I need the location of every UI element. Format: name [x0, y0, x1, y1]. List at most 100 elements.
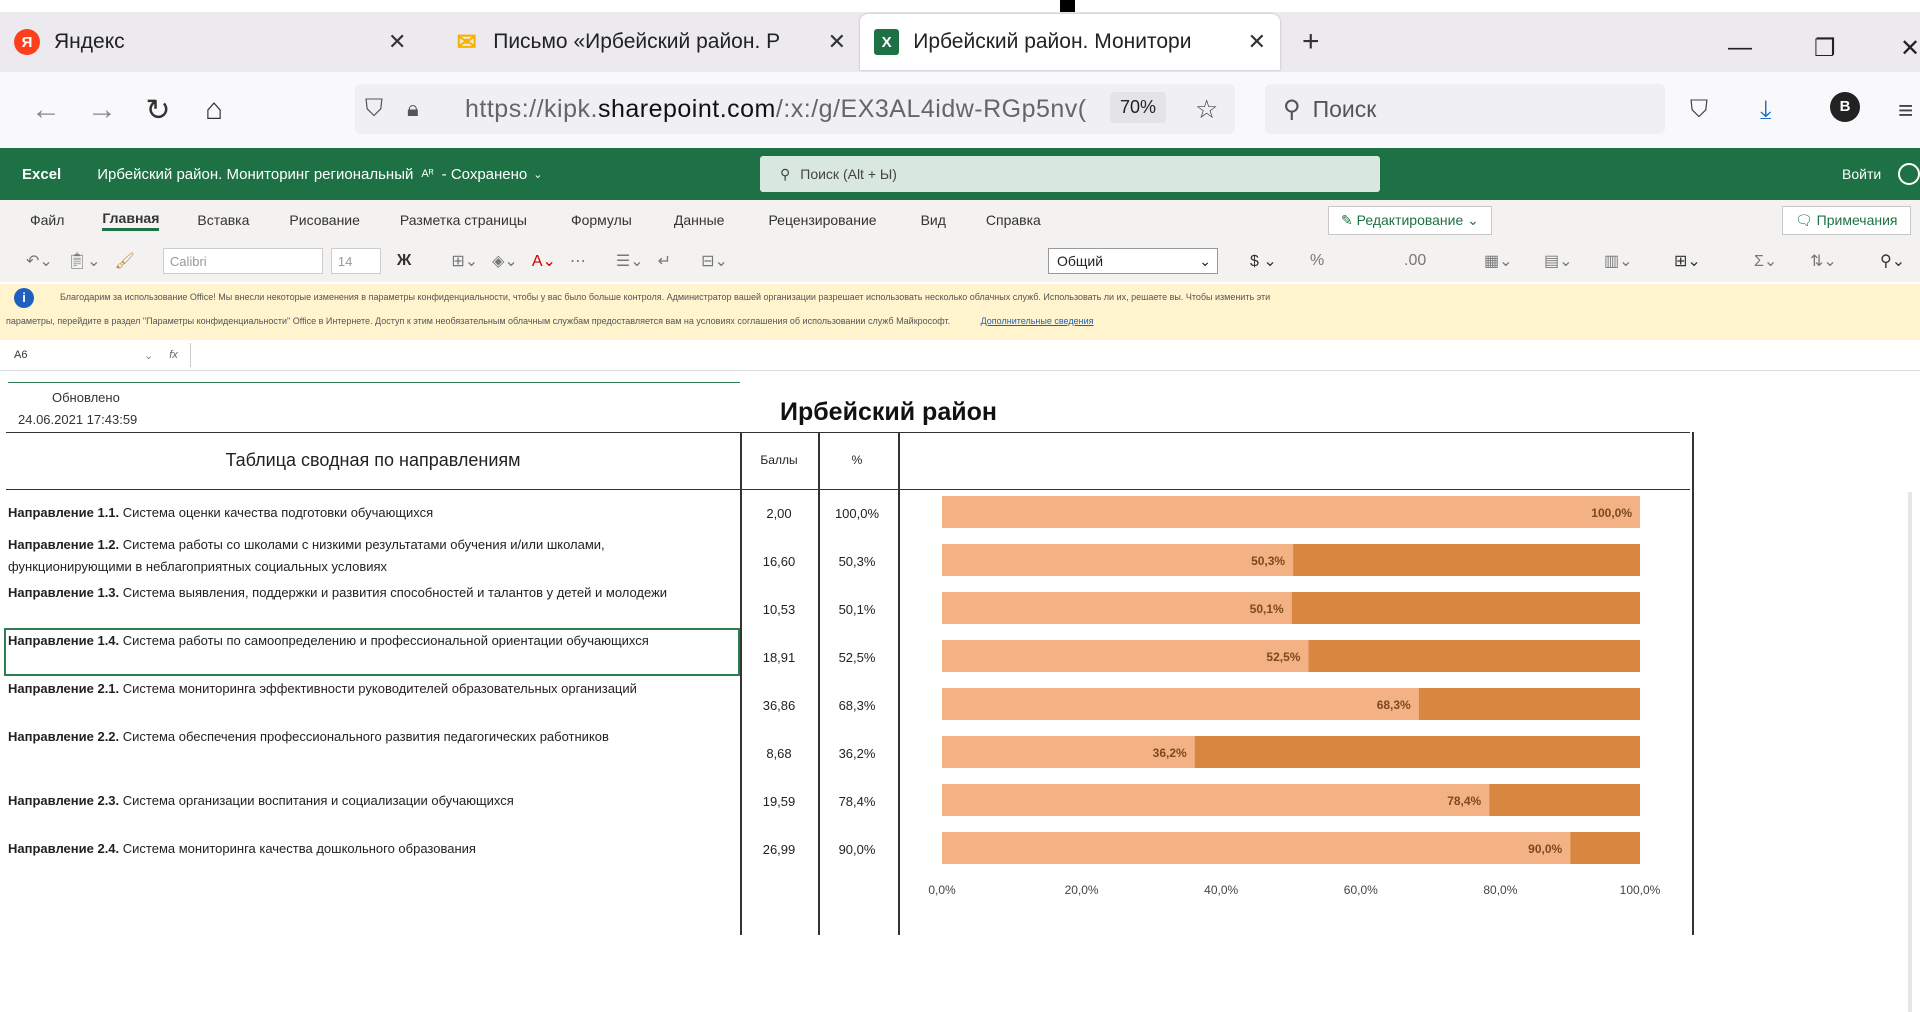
conditional-format-icon[interactable]: ▦⌄ [1484, 251, 1513, 271]
font-size-select[interactable]: 14 [330, 248, 381, 274]
download-icon[interactable]: ⤓ [1760, 94, 1772, 126]
account-icon[interactable] [1898, 163, 1920, 185]
pencil-icon: ✎ [1341, 212, 1357, 228]
menu-icon[interactable]: ≡ [1898, 95, 1913, 126]
borders-icon[interactable]: ⊞⌄ [451, 251, 478, 271]
sort-icon[interactable]: ⇅⌄ [1810, 251, 1837, 271]
excel-icon: X [874, 29, 900, 55]
tab-draw[interactable]: Рисование [289, 212, 360, 228]
font-name-select[interactable]: Calibri [162, 248, 323, 274]
tab-file[interactable]: Файл [30, 212, 64, 228]
data-label: 52,5% [1266, 650, 1300, 664]
paste-icon[interactable]: 📋︎⌄ [67, 251, 101, 271]
bar-remainder[interactable] [1194, 736, 1640, 768]
bold-icon[interactable]: Ж [397, 252, 411, 270]
table-row-label: Направление 2.2. Система обеспечения про… [8, 729, 609, 744]
browser-search-input[interactable]: ⚲ Поиск [1265, 84, 1665, 134]
profile-avatar[interactable]: B [1830, 92, 1860, 122]
bar-value[interactable] [942, 592, 1292, 624]
bookmark-star-icon[interactable]: ☆ [1195, 94, 1218, 125]
tab-insert[interactable]: Вставка [197, 212, 249, 228]
save-status[interactable]: - Сохранено [442, 166, 528, 183]
tab-formulas[interactable]: Формулы [571, 212, 632, 228]
bar-remainder[interactable] [1291, 592, 1640, 624]
notes-button[interactable]: 🗨︎ Примечания [1782, 206, 1911, 235]
bar-remainder[interactable] [1418, 688, 1640, 720]
close-icon[interactable]: ✕ [1248, 29, 1266, 55]
lock-icon[interactable]: 🔒︎ [407, 96, 419, 122]
info-icon: i [14, 288, 34, 308]
tab-yandex[interactable]: Я Яндекс ✕ [0, 14, 440, 70]
bar-value[interactable] [942, 784, 1490, 816]
document-title[interactable]: Ирбейский район. Мониторинг региональный [97, 166, 413, 183]
currency-icon[interactable]: $ ⌄ [1250, 251, 1277, 271]
chevron-down-icon[interactable]: ⌄ [533, 168, 542, 181]
more-icon[interactable]: ⋯ [570, 251, 586, 271]
table-row-percent: 78,4% [838, 794, 876, 809]
bar-value[interactable] [942, 544, 1294, 576]
bar-remainder[interactable] [1489, 784, 1640, 816]
reload-icon[interactable]: ↻ [130, 93, 186, 128]
region-title: Ирбейский район [780, 398, 997, 426]
align-icon[interactable]: ☰⌄ [616, 251, 644, 271]
shield-icon[interactable]: ⛉ [365, 95, 383, 123]
close-icon[interactable]: ✕ [828, 29, 846, 55]
number-format-select[interactable]: Общий ⌄ [1048, 248, 1218, 274]
tab-home[interactable]: Главная [102, 210, 160, 231]
excel-title-bar: Excel Ирбейский район. Мониторинг регион… [0, 148, 1920, 200]
find-icon[interactable]: ⚲⌄ [1880, 251, 1905, 271]
tab-excel[interactable]: X Ирбейский район. Монитори ✕ [860, 14, 1280, 70]
undo-icon[interactable]: ↶⌄ [26, 251, 53, 271]
x-tick-label: 0,0% [928, 883, 956, 897]
tab-data[interactable]: Данные [674, 212, 725, 228]
info-more-link[interactable]: Дополнительные сведения [981, 316, 1094, 326]
excel-search-input[interactable]: ⚲ Поиск (Alt + Ы) [760, 156, 1380, 192]
editing-mode-button[interactable]: ✎ Редактирование ⌄ [1328, 206, 1492, 235]
bar-value[interactable] [942, 640, 1309, 672]
minimize-icon[interactable]: — [1728, 34, 1752, 62]
bar-remainder[interactable] [1293, 544, 1640, 576]
tab-view[interactable]: Вид [921, 212, 946, 228]
table-row-score: 26,99 [762, 842, 796, 857]
function-icon[interactable]: fx [169, 349, 178, 361]
forward-icon[interactable]: → [74, 93, 130, 127]
back-icon[interactable]: ← [18, 93, 74, 127]
selected-cell[interactable] [4, 628, 740, 676]
zoom-level[interactable]: 70% [1110, 92, 1167, 123]
close-icon[interactable]: ✕ [388, 29, 406, 55]
format-painter-icon[interactable]: 🖌︎ [115, 251, 135, 271]
window-close-icon[interactable]: ✕ [1900, 34, 1920, 63]
home-icon[interactable]: ⌂ [186, 93, 242, 127]
tab-page-layout[interactable]: Разметка страницы [400, 212, 527, 228]
percent-icon[interactable]: % [1310, 252, 1324, 270]
merge-icon[interactable]: ⊟⌄ [701, 251, 728, 271]
address-bar[interactable]: ⛉ 🔒︎ https://kipk.sharepoint.com/:x:/g/E… [355, 84, 1235, 134]
spreadsheet-grid[interactable]: Обновлено 24.06.2021 17:43:59 Ирбейский … [0, 372, 1920, 1012]
pocket-icon[interactable]: ⛉ [1690, 96, 1708, 124]
bar-value[interactable] [942, 688, 1419, 720]
format-table-icon[interactable]: ▤⌄ [1544, 251, 1573, 271]
table-row-percent: 52,5% [838, 650, 876, 665]
name-box[interactable]: A6 [14, 349, 144, 361]
chevron-down-icon: ⌄ [1199, 252, 1211, 269]
tab-mail[interactable]: ✉ Письмо «Ирбейский район. Р ✕ [440, 14, 860, 70]
bar-value[interactable] [942, 832, 1571, 864]
new-tab-icon[interactable]: + [1302, 25, 1320, 59]
vertical-scrollbar[interactable] [1908, 492, 1912, 1012]
bar-chart[interactable]: 100,0% 50,3% 50,1% 52,5% 68,3% 36,2% 78,4% 90,0… [898, 432, 1690, 935]
restore-icon[interactable]: ❐ [1814, 34, 1836, 63]
fill-color-icon[interactable]: ◈⌄ [492, 251, 518, 271]
chevron-down-icon[interactable]: ⌄ [144, 349, 153, 362]
tab-review[interactable]: Рецензирование [768, 212, 876, 228]
wrap-icon[interactable]: ↵ [658, 251, 671, 271]
insert-cells-icon[interactable]: ⊞⌄ [1674, 251, 1701, 271]
bar-value[interactable] [942, 496, 1640, 528]
sum-icon[interactable]: Σ⌄ [1754, 251, 1777, 271]
font-color-icon[interactable]: A⌄ [532, 251, 556, 271]
cell-styles-icon[interactable]: ▥⌄ [1604, 251, 1633, 271]
decimal-icon[interactable]: .00 [1404, 252, 1426, 270]
tab-help[interactable]: Справка [986, 212, 1041, 228]
signin-link[interactable]: Войти [1842, 166, 1881, 182]
bar-remainder[interactable] [1308, 640, 1640, 672]
bar-remainder[interactable] [1570, 832, 1640, 864]
